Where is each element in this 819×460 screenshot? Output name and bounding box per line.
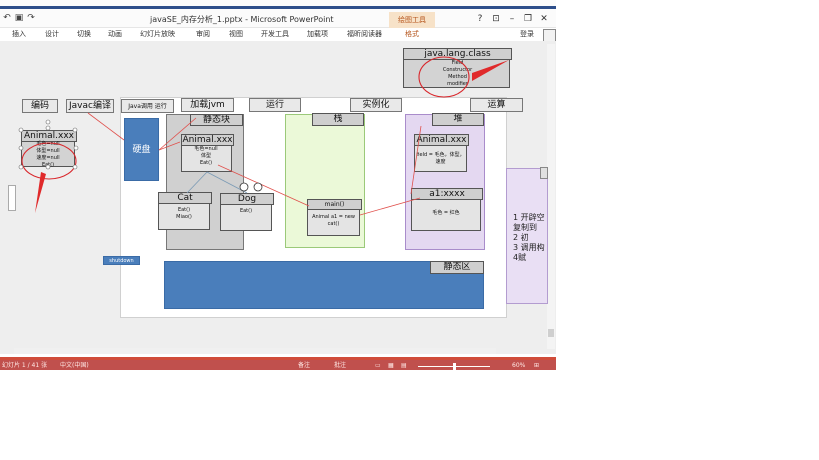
gray-connector-lines (186, 171, 248, 194)
zoom-slider[interactable] (418, 363, 490, 370)
fit-slide-icon[interactable]: ⊞ (534, 361, 539, 370)
highlight-ellipse (21, 142, 77, 180)
slide-counter: 幻灯片 1 / 41 张 (2, 362, 48, 369)
status-bar: 幻灯片 1 / 41 张 中文(中国) 备注 批注 ▭ ▦ ▤ 60% ⊞ (0, 357, 556, 370)
connector-circle (253, 182, 263, 192)
normal-view-icon[interactable]: ▭ (375, 361, 381, 370)
zoom-level[interactable]: 60% (512, 361, 525, 370)
notes-button[interactable]: 备注 (298, 361, 310, 370)
annotation-arrow (35, 172, 46, 213)
zoom-knob[interactable] (453, 363, 456, 370)
red-connector-lines (87, 112, 422, 216)
sorter-view-icon[interactable]: ▦ (388, 361, 394, 370)
diagram-overlay (18, 56, 509, 216)
selection-handles[interactable] (18, 119, 79, 170)
annotation-arrow (472, 60, 509, 81)
comments-button[interactable]: 批注 (334, 361, 346, 370)
highlight-ellipse (418, 56, 470, 98)
powerpoint-window: ↶ ▣ ↷ javaSE_内存分析_1.pptx - Microsoft Pow… (0, 0, 556, 370)
reading-view-icon[interactable]: ▤ (401, 361, 407, 370)
connector-circle (239, 182, 249, 192)
language-indicator: 中文(中国) (60, 362, 89, 369)
